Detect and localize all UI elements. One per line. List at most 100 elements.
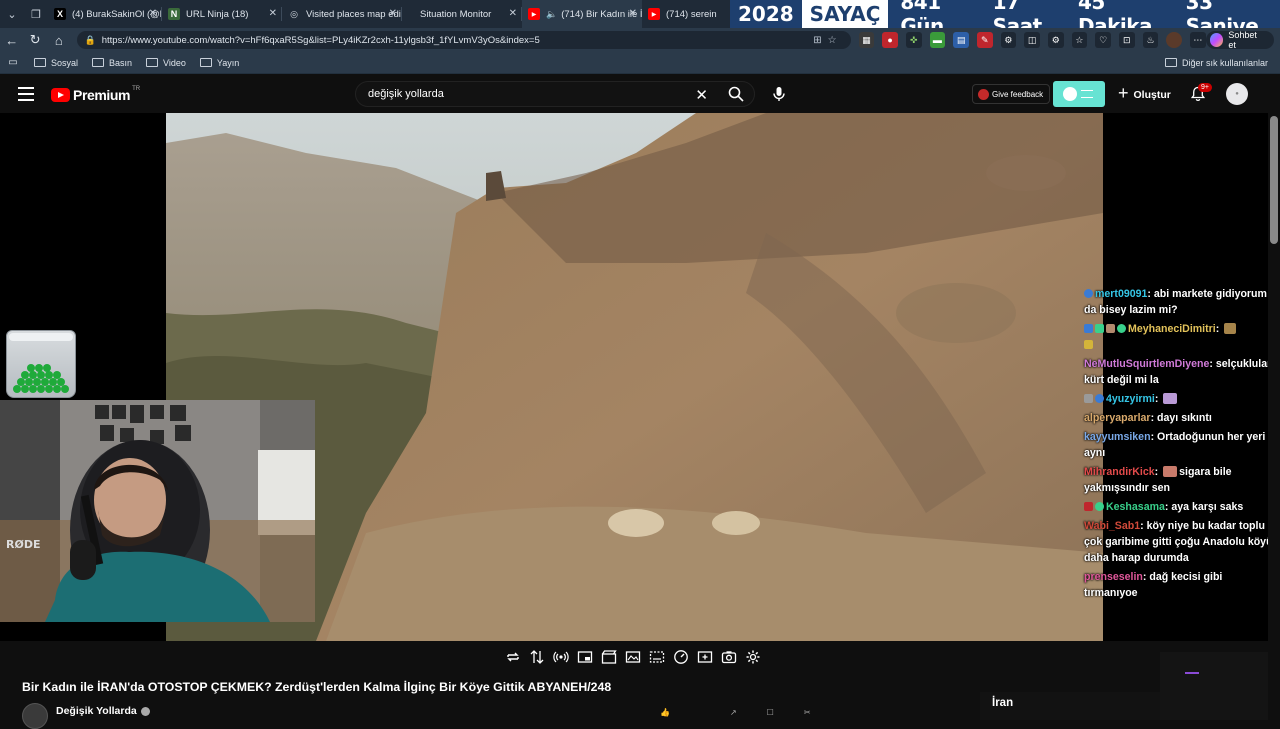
account-avatar[interactable]: ● bbox=[1226, 83, 1248, 105]
shield-icon[interactable]: ♡ bbox=[1095, 32, 1111, 48]
badge-icon bbox=[1084, 324, 1093, 333]
badge-icon bbox=[1095, 394, 1104, 403]
tab-twitter[interactable]: X (4) BurakSakinOl (@bu ✕ bbox=[48, 0, 162, 28]
more-menu-icon[interactable]: ⋯ bbox=[1189, 32, 1206, 48]
settings-icon[interactable]: ⚙ bbox=[1047, 32, 1064, 48]
url-text: https://www.youtube.com/watch?v=hFf6qxaR… bbox=[101, 34, 540, 46]
add-to-queue-icon[interactable] bbox=[697, 649, 713, 665]
copilot-chat-button[interactable]: Sohbet et bbox=[1205, 30, 1274, 50]
favorites-icon[interactable]: ☆ bbox=[1071, 32, 1088, 48]
rode-mic-logo: RØDE bbox=[6, 538, 40, 551]
search-input[interactable]: değişik yollarda ✕ bbox=[355, 81, 755, 107]
extension-toggle-button[interactable] bbox=[1053, 81, 1105, 107]
badge-icon bbox=[1084, 289, 1093, 298]
tab-visited-places[interactable]: ◎ Visited places map edi ✕ bbox=[282, 0, 402, 28]
close-tab-icon[interactable]: ✕ bbox=[509, 8, 517, 19]
logo-premium-text: Premium bbox=[73, 87, 131, 103]
chat-message: Wabi_Sab1: köy niye bu kadar toplu çok g… bbox=[1084, 520, 1273, 564]
toggle-knob-icon bbox=[1063, 87, 1077, 101]
lock-icon[interactable]: 🔒 bbox=[85, 35, 96, 46]
performance-icon[interactable]: ♨ bbox=[1142, 32, 1159, 48]
create-button[interactable]: + Oluştur bbox=[1118, 83, 1171, 104]
countdown-label: SAYAÇ bbox=[801, 0, 889, 28]
list-icon bbox=[1081, 90, 1093, 98]
puzzle-icon[interactable]: ⚙ bbox=[1000, 32, 1017, 48]
speed-gauge-icon[interactable] bbox=[673, 649, 689, 665]
loop-icon[interactable] bbox=[505, 649, 521, 665]
logo-region: TR bbox=[132, 86, 141, 92]
speaker-icon[interactable]: 🔈 bbox=[546, 9, 557, 20]
hamburger-menu-icon[interactable] bbox=[18, 87, 34, 101]
scrollbar-thumb[interactable] bbox=[1270, 116, 1278, 244]
tab-url-ninja[interactable]: N URL Ninja (18) ✕ bbox=[162, 0, 282, 28]
miniplayer-icon[interactable] bbox=[577, 649, 593, 665]
subtitles-icon[interactable] bbox=[649, 649, 665, 665]
notification-badge: 9+ bbox=[1198, 83, 1212, 92]
folder-icon bbox=[146, 58, 159, 67]
tab-youtube-2[interactable]: ▶ (714) serein irar bbox=[642, 0, 718, 28]
home-icon[interactable]: ⌂ bbox=[47, 28, 71, 52]
clip-icon[interactable]: ✂ bbox=[804, 708, 811, 717]
chat-username: mert09091 bbox=[1095, 288, 1148, 300]
tab-situation-monitor[interactable]: Situation Monitor ✕ bbox=[402, 0, 522, 28]
give-feedback-button[interactable]: Give feedback bbox=[972, 84, 1051, 104]
clear-search-icon[interactable]: ✕ bbox=[695, 86, 708, 104]
share-icon[interactable]: ↗ bbox=[730, 708, 737, 717]
extension-icon[interactable]: ✎ bbox=[976, 32, 993, 48]
extension-icon[interactable]: ▤ bbox=[953, 32, 969, 48]
save-icon[interactable]: ☐ bbox=[767, 708, 774, 717]
address-bar-actions[interactable]: ⊞☆ bbox=[813, 35, 842, 46]
chat-message: 4yuzyirmi: bbox=[1084, 391, 1274, 407]
side-panel-chip[interactable]: İran bbox=[980, 692, 1160, 720]
badge-icon bbox=[1084, 340, 1093, 349]
screenshot-camera-icon[interactable] bbox=[721, 649, 737, 665]
channel-name[interactable]: Değişik Yollarda bbox=[56, 705, 137, 717]
picture-icon[interactable] bbox=[625, 649, 641, 665]
feedback-label: Give feedback bbox=[992, 89, 1044, 99]
bookmark-folder-yayin[interactable]: Yayın bbox=[199, 58, 239, 68]
reload-icon[interactable]: ↻ bbox=[24, 28, 48, 52]
extension-icon[interactable]: ● bbox=[882, 32, 898, 48]
globe-icon: ◎ bbox=[290, 8, 298, 19]
beer-glass-widget bbox=[6, 330, 76, 398]
feedback-icon bbox=[978, 88, 989, 100]
close-tab-icon[interactable]: ✕ bbox=[269, 8, 277, 19]
tab-youtube-active[interactable]: ▶ 🔈 (714) Bir Kadın ile İ ✕ bbox=[522, 0, 642, 28]
close-tab-icon[interactable]: ✕ bbox=[629, 8, 637, 19]
close-tab-icon[interactable]: ✕ bbox=[389, 8, 397, 19]
sort-arrows-icon[interactable] bbox=[529, 649, 545, 665]
profile-avatar[interactable] bbox=[1166, 32, 1182, 48]
sidebar-toggle-icon[interactable]: ▭ bbox=[6, 51, 20, 75]
collections-icon[interactable]: ⊡ bbox=[1118, 32, 1135, 48]
bookmark-folder-basin[interactable]: Basın bbox=[92, 58, 132, 68]
settings-gear-icon[interactable] bbox=[745, 649, 761, 665]
youtube-logo[interactable]: Premium TR bbox=[51, 86, 141, 103]
channel-avatar[interactable] bbox=[22, 703, 48, 729]
search-icon[interactable] bbox=[728, 86, 744, 102]
broadcast-icon[interactable] bbox=[553, 649, 569, 665]
split-screen-icon[interactable]: ◫ bbox=[1024, 32, 1040, 48]
extension-icon[interactable]: ▬ bbox=[929, 32, 946, 48]
chat-username: MeyhaneciDimitri bbox=[1128, 323, 1216, 335]
bookmark-folder-video[interactable]: Video bbox=[146, 58, 186, 68]
chat-button-label: Sohbet et bbox=[1228, 30, 1257, 50]
other-bookmarks[interactable]: Diğer sık kullanılanlar bbox=[1164, 58, 1268, 68]
address-bar[interactable]: 🔒 https://www.youtube.com/watch?v=hFf6qx… bbox=[76, 31, 851, 49]
microphone-icon[interactable] bbox=[771, 86, 787, 102]
extension-icon[interactable]: ▦ bbox=[858, 32, 875, 48]
copilot-icon bbox=[1209, 33, 1224, 47]
youtube-play-logo-icon bbox=[51, 88, 70, 102]
workspaces-icon[interactable]: ❐ bbox=[24, 0, 48, 28]
clapperboard-icon[interactable] bbox=[601, 649, 617, 665]
extension-icon[interactable]: ✜ bbox=[905, 32, 922, 48]
like-icon[interactable]: 👍 bbox=[660, 708, 670, 717]
emote-icon bbox=[1163, 466, 1178, 477]
close-tab-icon[interactable]: ✕ bbox=[149, 8, 157, 19]
chat-username: prenseselin bbox=[1084, 571, 1143, 583]
bookmark-folder-sosyal[interactable]: Sosyal bbox=[34, 58, 78, 68]
chip-label: İran bbox=[992, 697, 1014, 709]
video-actions: 👍 ↗ ☐ ✂ bbox=[660, 708, 841, 717]
chat-username: MihrandirKick bbox=[1084, 466, 1155, 478]
back-arrow-icon[interactable]: ← bbox=[0, 28, 24, 52]
tab-list-chevron-icon[interactable]: ⌄ bbox=[0, 0, 24, 28]
